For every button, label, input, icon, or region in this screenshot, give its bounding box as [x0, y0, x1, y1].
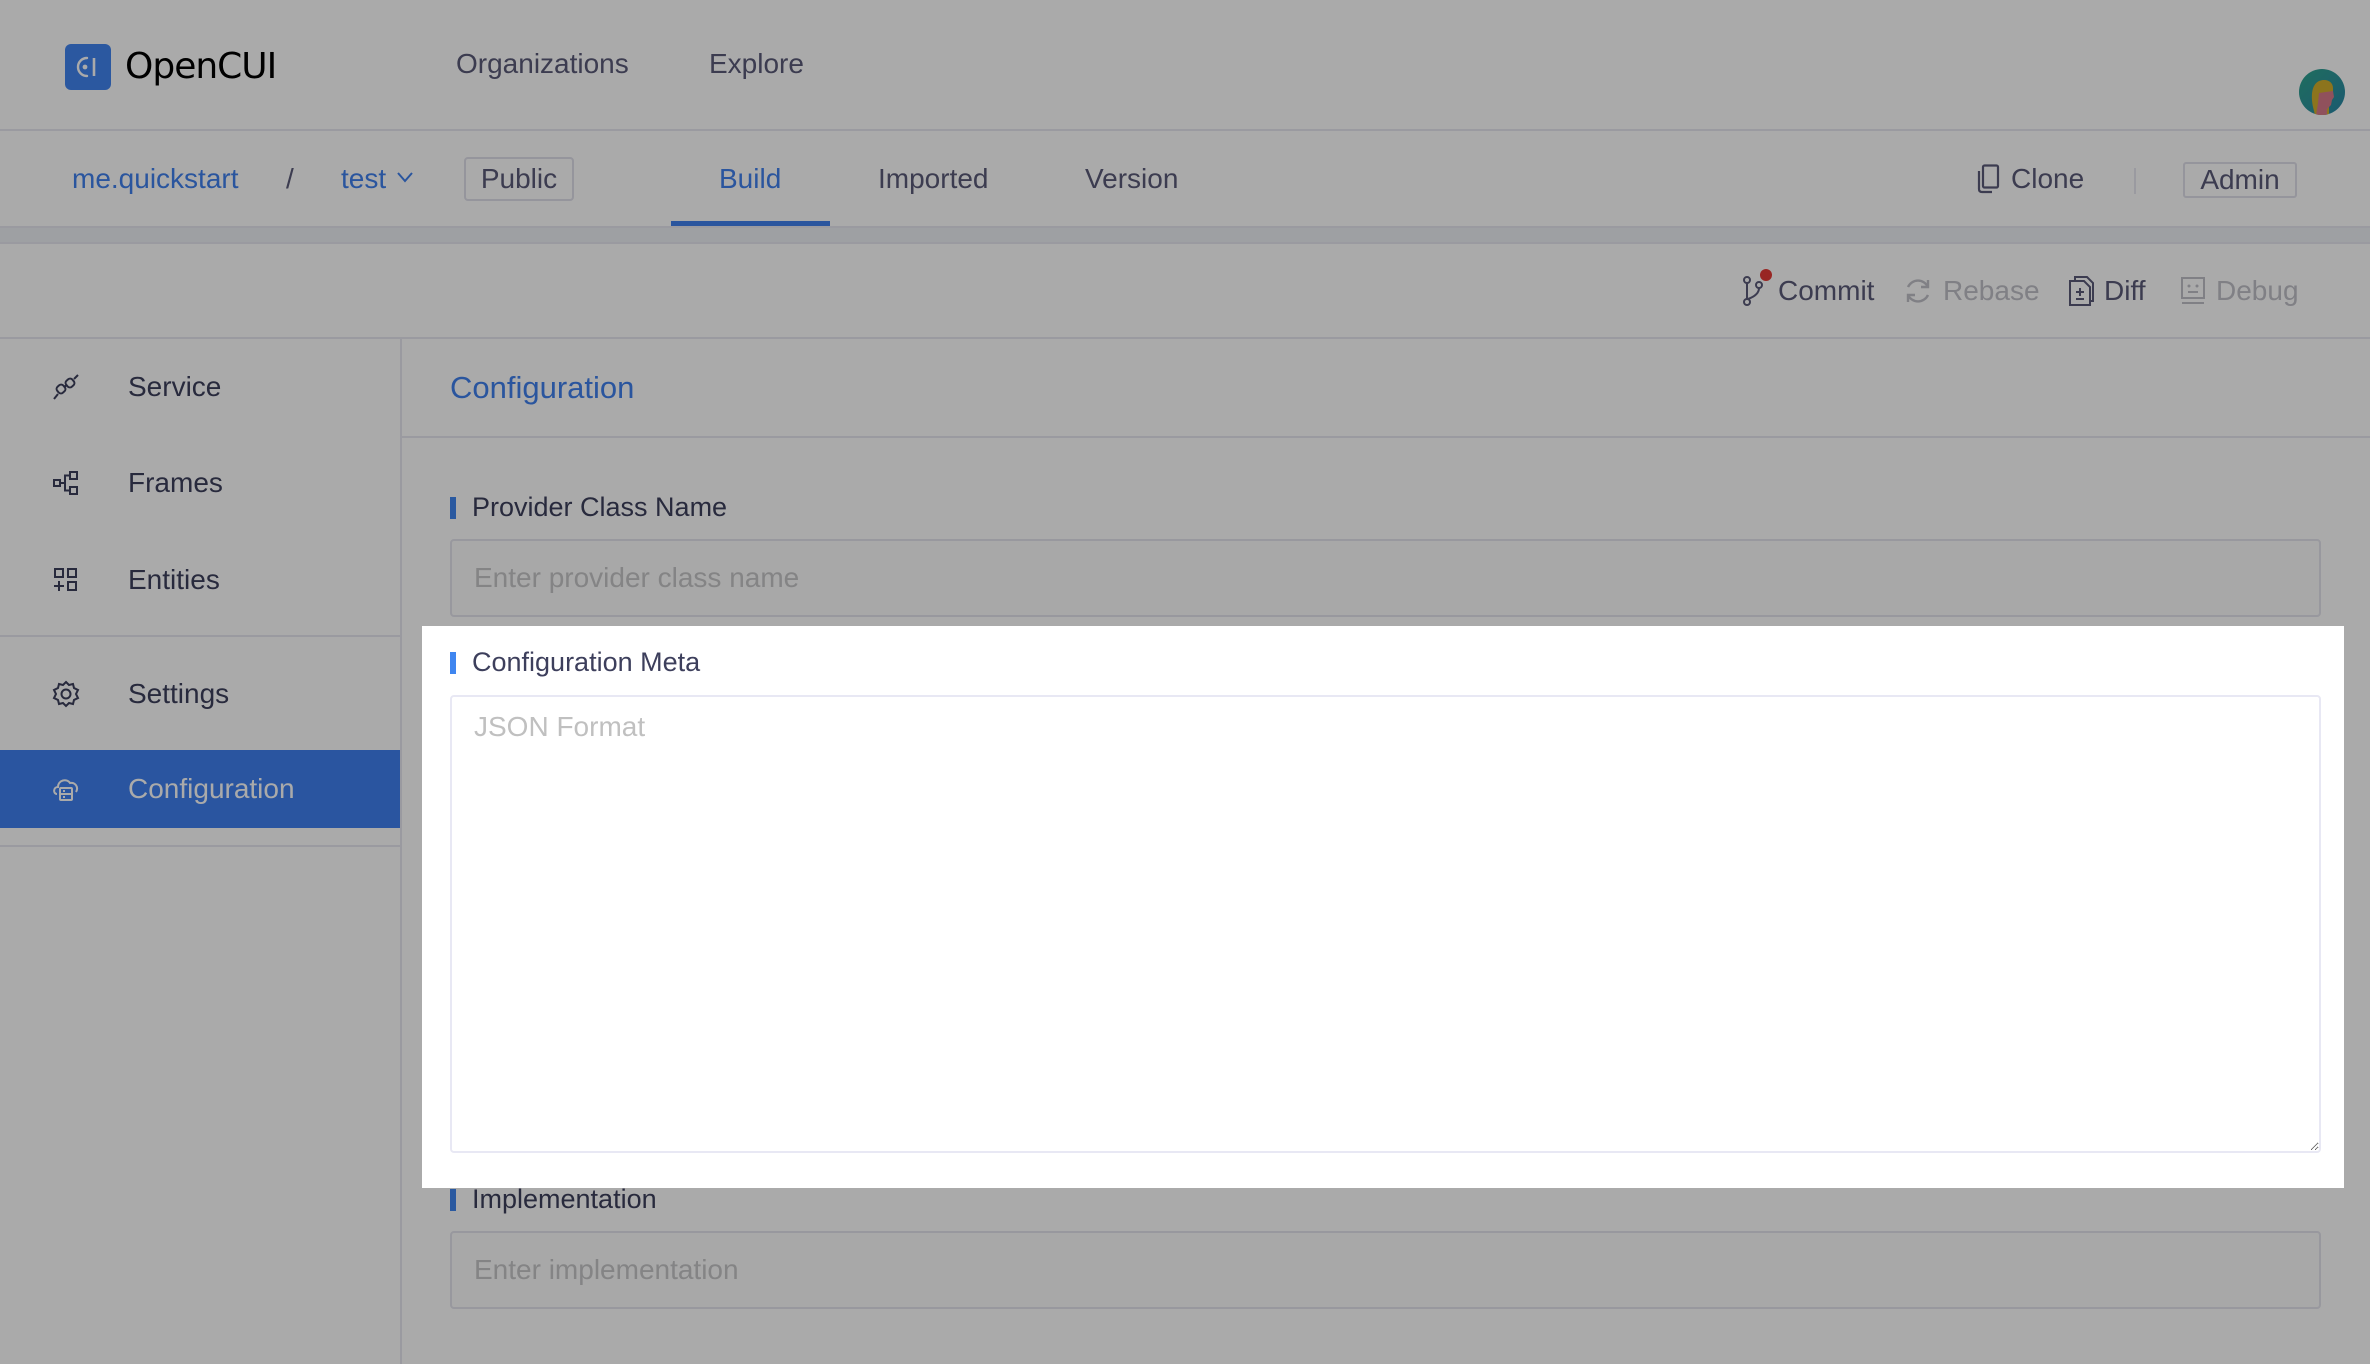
top-navigation-bar	[0, 0, 2370, 131]
app-name[interactable]: OpenCUI	[125, 46, 277, 87]
configuration-meta-textarea[interactable]	[450, 695, 2321, 1153]
breadcrumb-separator: /	[286, 163, 294, 194]
sidebar-item-frames[interactable]: Frames	[0, 444, 400, 522]
refresh-icon	[1906, 279, 1930, 303]
nav-explore[interactable]: Explore	[709, 48, 804, 80]
label-accent-bar	[450, 496, 456, 519]
gear-icon	[52, 680, 80, 708]
commit-button[interactable]: Commit	[1742, 269, 1875, 307]
user-avatar-icon[interactable]	[2299, 69, 2345, 115]
opencui-logo-icon[interactable]	[65, 44, 111, 90]
tab-build[interactable]: Build	[719, 163, 781, 195]
rebase-label: Rebase	[1943, 275, 2040, 306]
sidebar-item-configuration[interactable]: Configuration	[0, 750, 400, 828]
sidebar-divider	[0, 845, 400, 847]
hierarchy-icon	[53, 471, 78, 495]
breadcrumb-org-link[interactable]: me.quickstart	[72, 163, 239, 195]
chevron-down-icon[interactable]	[396, 170, 414, 184]
visibility-badge: Public	[464, 157, 574, 201]
sidebar-item-label: Entities	[128, 564, 220, 595]
grid-add-icon	[54, 568, 77, 591]
header-separator-strip	[0, 226, 2370, 244]
sidebar-item-service[interactable]: Service	[0, 348, 400, 426]
label-text: Implementation	[472, 1184, 657, 1214]
git-branch-icon	[1742, 269, 1772, 307]
nav-organizations[interactable]: Organizations	[456, 48, 629, 80]
label-text: Provider Class Name	[472, 492, 728, 522]
label-text: Configuration Meta	[472, 647, 701, 677]
rebase-button[interactable]: Rebase	[1903, 275, 2040, 307]
admin-button[interactable]: Admin	[2183, 162, 2297, 198]
sidebar-item-label: Frames	[128, 467, 223, 498]
plug-icon	[53, 374, 79, 400]
page-title: Configuration	[450, 370, 635, 405]
clone-button[interactable]: Clone	[2011, 163, 2084, 195]
sidebar-item-label: Configuration	[128, 773, 295, 804]
cloud-server-icon	[53, 779, 79, 801]
file-diff-icon	[2069, 276, 2094, 306]
clone-icon[interactable]	[1976, 164, 2000, 194]
tab-version[interactable]: Version	[1085, 163, 1178, 195]
implementation-label: Implementation	[450, 1184, 657, 1215]
sidebar-item-label: Settings	[128, 678, 230, 709]
diff-label: Diff	[2104, 275, 2146, 306]
breadcrumb-project-dropdown[interactable]: test	[341, 163, 386, 195]
configuration-meta-label: Configuration Meta	[450, 647, 700, 678]
tab-imported[interactable]: Imported	[878, 163, 989, 195]
sidebar-item-label: Service	[128, 371, 222, 402]
label-accent-bar	[450, 1188, 456, 1211]
label-accent-bar	[450, 651, 456, 674]
notification-dot	[1760, 269, 1772, 281]
debug-label: Debug	[2216, 275, 2299, 306]
provider-class-name-input[interactable]	[450, 539, 2321, 617]
commit-label: Commit	[1778, 275, 1875, 306]
debug-button[interactable]: Debug	[2180, 275, 2299, 307]
provider-class-name-label: Provider Class Name	[450, 492, 727, 523]
diff-button[interactable]: Diff	[2068, 275, 2146, 307]
title-divider	[402, 436, 2370, 438]
sidebar-divider	[0, 635, 400, 637]
sidebar-item-settings[interactable]: Settings	[0, 655, 400, 733]
sidebar-item-entities[interactable]: Entities	[0, 541, 400, 619]
divider	[2134, 168, 2136, 194]
debug-robot-icon	[2181, 277, 2205, 304]
implementation-input[interactable]	[450, 1231, 2321, 1309]
